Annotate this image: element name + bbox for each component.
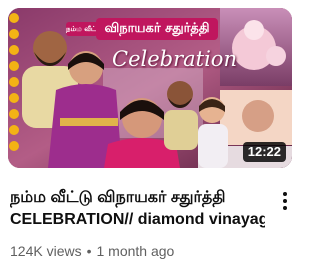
man-head xyxy=(33,31,67,65)
meta-separator: • xyxy=(86,243,92,259)
video-title-line-2: CELEBRATION// diamond vinayaga... xyxy=(10,211,265,228)
video-card[interactable]: நம்ம வீட்டு விநாயகர் சதுர்த்தி Celebrati… xyxy=(0,0,300,275)
view-count: 124K views xyxy=(10,243,82,259)
thumbnail-badge-main: விநாயகர் சதுர்த்தி xyxy=(96,18,218,40)
video-title-line-1: நம்ம வீட்டு விநாயகர் சதுர்த்தி xyxy=(10,189,226,206)
thumbnail-script-text: Celebration xyxy=(112,47,237,71)
woman-left-saree-border xyxy=(60,118,118,126)
duration-badge: 12:22 xyxy=(242,142,286,162)
ganesha-child-figure xyxy=(266,46,286,66)
man-center-shirt xyxy=(164,110,198,150)
child-dress xyxy=(198,124,228,168)
craft-hands xyxy=(242,100,274,132)
more-options-button[interactable] xyxy=(276,188,294,214)
video-thumbnail[interactable]: நம்ம வீட்டு விநாயகர் சதுர்த்தி Celebrati… xyxy=(8,8,292,168)
thumbnail-badge-small: நம்ம வீட்டு xyxy=(66,22,98,36)
vertical-dots-icon xyxy=(283,192,287,196)
video-metadata: 124K views • 1 month ago xyxy=(10,241,280,261)
video-title[interactable]: நம்ம வீட்டு விநாயகர் சதுர்த்தி CELEBRATI… xyxy=(10,187,265,231)
ganesha-head xyxy=(244,20,264,40)
flower-garland xyxy=(9,13,19,151)
vertical-dots-icon xyxy=(283,199,287,203)
vertical-dots-icon xyxy=(283,206,287,210)
upload-age: 1 month ago xyxy=(96,243,175,259)
